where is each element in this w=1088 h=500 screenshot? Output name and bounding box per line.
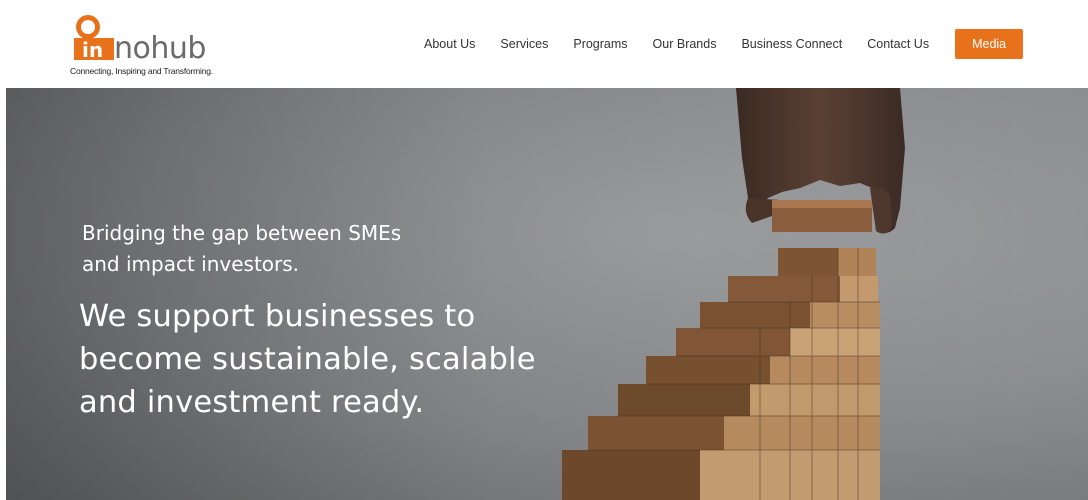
nav-contact-us[interactable]: Contact Us — [867, 37, 929, 51]
site-header: in nohub Connecting, Inspiring and Trans… — [0, 0, 1088, 88]
nav-programs[interactable]: Programs — [573, 37, 627, 51]
media-button[interactable]: Media — [955, 29, 1024, 59]
innohub-logo[interactable]: in nohub Connecting, Inspiring and Trans… — [70, 12, 213, 76]
logo-wordmark: nohub — [114, 31, 206, 66]
hero-background-image — [0, 88, 1088, 500]
hero-subtitle: Bridging the gap between SMEs and impact… — [82, 221, 402, 276]
logo-letters: in — [82, 38, 103, 62]
nav-our-brands[interactable]: Our Brands — [653, 37, 717, 51]
nav-about-us[interactable]: About Us — [424, 37, 475, 51]
hero-section: Bridging the gap between SMEs and impact… — [0, 88, 1088, 500]
nav-business-connect[interactable]: Business Connect — [741, 37, 842, 51]
logo-mark-icon: in — [74, 15, 114, 62]
nav-services[interactable]: Services — [500, 37, 548, 51]
left-edge-strip — [0, 88, 6, 500]
main-nav: About Us Services Programs Our Brands Bu… — [424, 29, 1024, 59]
logo-tagline: Connecting, Inspiring and Transforming. — [70, 66, 213, 76]
hero-title: We support businesses to become sustaina… — [79, 299, 536, 420]
